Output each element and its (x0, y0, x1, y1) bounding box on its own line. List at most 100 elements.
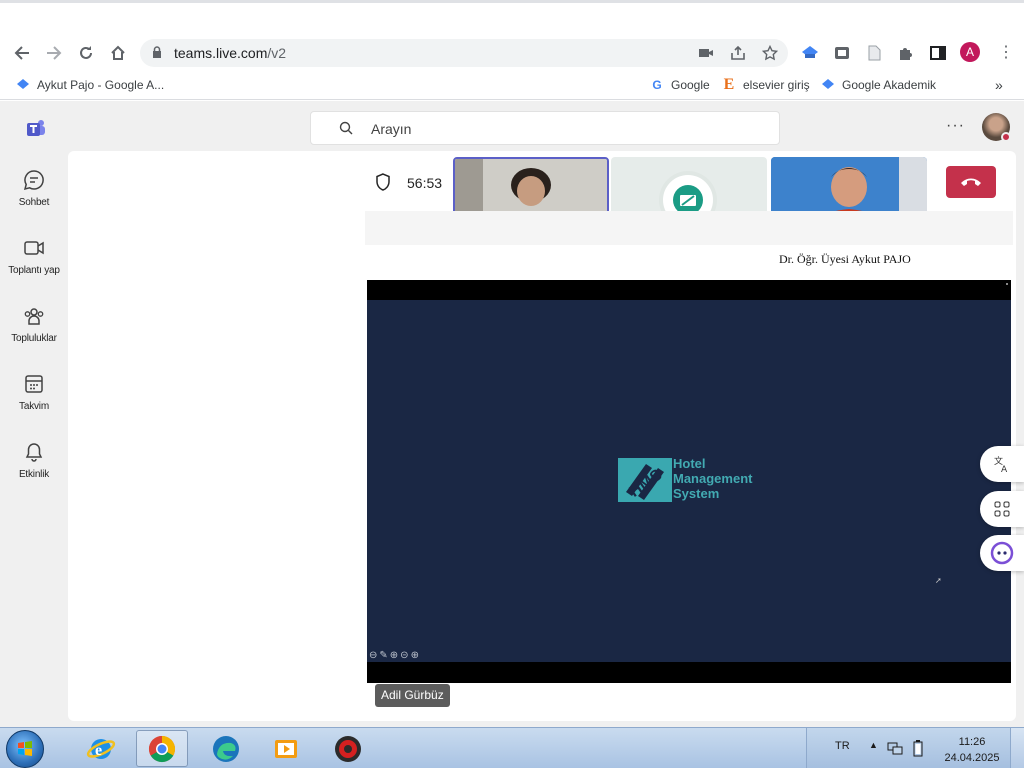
rail-item-meet[interactable]: Toplantı yap (0, 231, 68, 291)
communities-icon (24, 308, 44, 325)
apps-button[interactable] (980, 491, 1024, 527)
clock-date: 24.04.2025 (944, 752, 1000, 764)
red-app-icon (335, 735, 361, 762)
show-desktop-button[interactable] (1010, 728, 1024, 768)
rail-item-activity[interactable]: Etkinlik (0, 435, 68, 495)
camera-icon[interactable] (698, 45, 714, 61)
bookmark-label: elsevier giriş (743, 78, 810, 92)
bookmark-elsevier[interactable]: E elsevier giriş (721, 76, 810, 93)
options-icon[interactable]: ⊝ (400, 650, 410, 661)
slideshow-toolbar[interactable]: ⊖✎⊕⊝⊕ (369, 650, 421, 661)
teams-logo-icon[interactable] (24, 118, 46, 138)
scholar-bookmark-icon (820, 77, 836, 93)
puzzle-icon[interactable] (897, 44, 915, 62)
show-hidden-icons-icon[interactable]: ▲ (869, 740, 878, 750)
shared-screen-dot (1006, 283, 1008, 285)
bell-icon (25, 443, 43, 462)
slide-title: Hotel Management System (673, 456, 752, 501)
back-icon[interactable] (11, 42, 33, 64)
reload-icon[interactable] (75, 42, 97, 64)
system-tray: TR ▲ 11:26 24.04.2025 (806, 728, 1024, 768)
taskbar-internet-explorer[interactable]: e (75, 730, 127, 767)
document-extension-icon[interactable] (865, 44, 883, 62)
search-box[interactable]: Arayın (310, 111, 780, 145)
bookmarks-bar: Aykut Pajo - Google A... G Google E else… (0, 70, 1024, 100)
browser-tab-strip (0, 0, 1024, 34)
prev-slide-icon[interactable]: ⊖ (369, 650, 379, 661)
call-timer: 56:53 (407, 175, 443, 191)
windows-logo-icon (18, 741, 32, 756)
rail-item-calendar[interactable]: Takvim (0, 367, 68, 427)
more-bookmarks-icon[interactable]: » (995, 77, 1003, 93)
battery-icon[interactable] (913, 739, 923, 757)
presentation-slide: HMS Hotel Management System ➚ ⊖✎⊕⊝⊕ (367, 300, 1011, 662)
speaker-name-label: Dr. Öğr. Üyesi Aykut PAJO (779, 252, 911, 266)
assistant-icon (990, 541, 1014, 565)
media-player-icon (275, 739, 297, 758)
browser-toolbar: teams.live.com/v2 A ⋮ (0, 34, 1024, 70)
pen-icon[interactable]: ✎ (379, 650, 389, 661)
zoom-icon[interactable]: ⊕ (390, 650, 400, 661)
call-controls-bar: 56:53 (365, 155, 1013, 243)
rail-label: Toplantı yap (8, 265, 60, 276)
presence-status-dot (1001, 132, 1011, 142)
bookmark-label: Google (671, 78, 710, 92)
assistant-button[interactable] (980, 535, 1024, 571)
browser-menu-icon[interactable]: ⋮ (998, 42, 1014, 62)
address-bar[interactable]: teams.live.com/v2 (140, 39, 788, 67)
taskbar-edge[interactable] (200, 730, 252, 767)
search-placeholder: Arayın (371, 121, 412, 137)
bookmark-google-akademik[interactable]: Google Akademik (820, 77, 936, 93)
elsevier-icon: E (723, 76, 735, 93)
language-indicator[interactable]: TR (835, 740, 850, 752)
hms-logo-icon: HMS (618, 458, 672, 502)
url-text[interactable]: teams.live.com/v2 (174, 45, 286, 61)
lock-icon[interactable] (152, 46, 162, 58)
clock-time: 11:26 (958, 736, 986, 748)
share-icon[interactable] (730, 45, 746, 61)
scholar-extension-icon[interactable] (801, 44, 819, 62)
taskbar-red-app[interactable] (322, 730, 374, 767)
more-options-icon[interactable]: ··· (946, 117, 965, 135)
url-host: teams.live.com (174, 45, 268, 61)
active-tab-notch[interactable] (462, 3, 542, 9)
url-path: /v2 (267, 45, 287, 61)
shared-screen[interactable]: HMS Hotel Management System ➚ ⊖✎⊕⊝⊕ (367, 280, 1011, 683)
forward-icon[interactable] (43, 42, 65, 64)
app-rail: Sohbet Toplantı yap Topluluklar Takvim E… (0, 151, 68, 727)
bookmark-google[interactable]: G Google (649, 77, 710, 93)
profile-avatar[interactable]: A (960, 42, 980, 62)
start-button[interactable] (6, 730, 44, 768)
rail-item-chat[interactable]: Sohbet (0, 163, 68, 223)
mouse-cursor-icon: ➚ (935, 576, 942, 585)
system-clock[interactable]: 11:26 24.04.2025 (942, 734, 1002, 766)
rail-label: Etkinlik (18, 469, 50, 480)
next-slide-icon[interactable]: ⊕ (411, 650, 421, 661)
star-icon[interactable] (762, 45, 778, 61)
shield-icon[interactable] (375, 173, 391, 191)
internet-explorer-icon: e (86, 738, 116, 759)
translate-button[interactable]: 文A (980, 446, 1024, 482)
search-icon (339, 121, 353, 135)
network-icon[interactable] (887, 740, 903, 756)
bookmark-label: Aykut Pajo - Google A... (37, 78, 165, 92)
bookmark-aykut-pajo[interactable]: Aykut Pajo - Google A... (15, 77, 164, 93)
svg-text:A: A (1001, 465, 1008, 473)
meeting-stage: 56:53 Dr. Öğr. Üyesi Aykut PAJO HMS Hote… (68, 151, 1016, 721)
slide-title-line: Hotel (673, 456, 706, 471)
home-icon[interactable] (107, 42, 129, 64)
teams-app: Arayın ··· Sohbet Toplantı yap Toplulukl… (0, 101, 1024, 727)
windows-taskbar: e TR ▲ 11:26 24.04.2025 (0, 727, 1024, 768)
rail-item-communities[interactable]: Topluluklar (0, 299, 68, 359)
chrome-icon (148, 735, 176, 762)
taskbar-media-player[interactable] (260, 730, 312, 767)
side-panel-icon[interactable] (929, 44, 947, 62)
rail-label: Sohbet (18, 197, 50, 208)
taskbar-chrome[interactable] (136, 730, 188, 767)
extension-icon-2[interactable] (833, 44, 851, 62)
video-icon (24, 241, 44, 255)
chat-icon (23, 170, 44, 191)
hangup-icon (961, 178, 981, 186)
translate-icon: 文A (994, 455, 1008, 473)
leave-call-button[interactable] (946, 166, 996, 198)
